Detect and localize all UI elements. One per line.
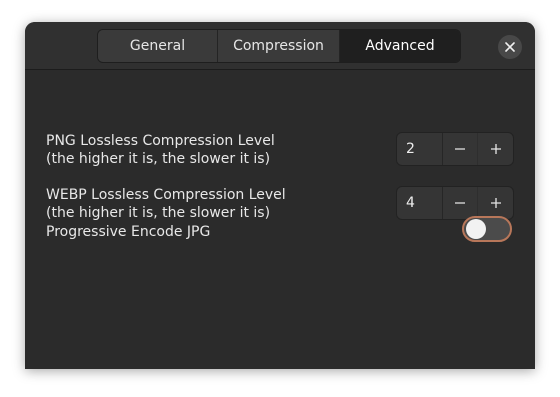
progressive-jpg-label: Progressive Encode JPG bbox=[46, 223, 210, 241]
webp-compression-label: WEBP Lossless Compression Level (the hig… bbox=[46, 186, 286, 222]
tab-compression[interactable]: Compression bbox=[218, 30, 340, 62]
progressive-jpg-title: Progressive Encode JPG bbox=[46, 224, 211, 240]
webp-compression-title: WEBP Lossless Compression Level bbox=[46, 187, 286, 203]
webp-compression-spinbutton: 4 bbox=[396, 186, 514, 220]
view-switcher: General Compression Advanced bbox=[97, 29, 461, 63]
tab-general[interactable]: General bbox=[98, 30, 218, 62]
minus-icon bbox=[454, 202, 465, 204]
png-compression-label: PNG Lossless Compression Level (the high… bbox=[46, 132, 275, 168]
tab-advanced[interactable]: Advanced bbox=[340, 30, 460, 62]
webp-increment-button[interactable] bbox=[477, 187, 513, 219]
progressive-jpg-switch[interactable] bbox=[462, 216, 512, 242]
close-button[interactable] bbox=[498, 35, 522, 59]
webp-compression-hint: (the higher it is, the slower it is) bbox=[46, 205, 271, 221]
advanced-page: PNG Lossless Compression Level (the high… bbox=[25, 70, 535, 369]
png-compression-value[interactable]: 2 bbox=[397, 133, 443, 165]
png-compression-spinbutton: 2 bbox=[396, 132, 514, 166]
webp-compression-value[interactable]: 4 bbox=[397, 187, 443, 219]
webp-decrement-button[interactable] bbox=[443, 187, 478, 219]
png-compression-title: PNG Lossless Compression Level bbox=[46, 133, 275, 149]
preferences-window: General Compression Advanced PNG Lossles… bbox=[25, 22, 535, 369]
plus-icon bbox=[490, 144, 501, 154]
png-increment-button[interactable] bbox=[477, 133, 513, 165]
png-decrement-button[interactable] bbox=[443, 133, 478, 165]
switch-knob bbox=[466, 219, 486, 239]
plus-icon bbox=[490, 198, 501, 208]
minus-icon bbox=[454, 148, 465, 150]
header-bar: General Compression Advanced bbox=[25, 22, 535, 70]
png-compression-hint: (the higher it is, the slower it is) bbox=[46, 151, 271, 167]
close-icon bbox=[505, 42, 515, 52]
